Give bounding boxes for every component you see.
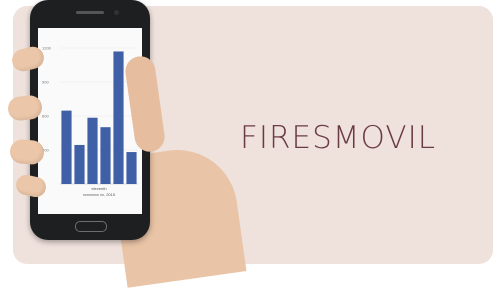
bar <box>113 51 124 184</box>
home-button[interactable] <box>75 221 107 232</box>
y-tick-label: 600 <box>42 114 49 119</box>
camera-icon <box>114 10 119 15</box>
x-axis-label: eleventh <box>91 186 106 191</box>
bar <box>87 117 98 184</box>
y-tick-label: 1200 <box>42 46 52 51</box>
finger <box>9 138 45 166</box>
bar <box>61 110 72 184</box>
y-tick-label: 900 <box>42 80 49 85</box>
bar-chart: 1200900600300eleventhxxxxxxxx xx, 2015 <box>42 46 138 197</box>
bar <box>74 144 85 184</box>
speaker-icon <box>76 11 104 14</box>
bar <box>126 152 137 184</box>
x-axis-label: xxxxxxxx xx, 2015 <box>83 192 116 197</box>
phone-top-bar <box>30 0 150 26</box>
brand-title: FIRESMOVIL <box>240 120 436 156</box>
bar <box>100 127 111 184</box>
phone-screen: 1200 900 600 300 eleventh xxxxxxxx xx, 2015 <box>38 28 142 214</box>
